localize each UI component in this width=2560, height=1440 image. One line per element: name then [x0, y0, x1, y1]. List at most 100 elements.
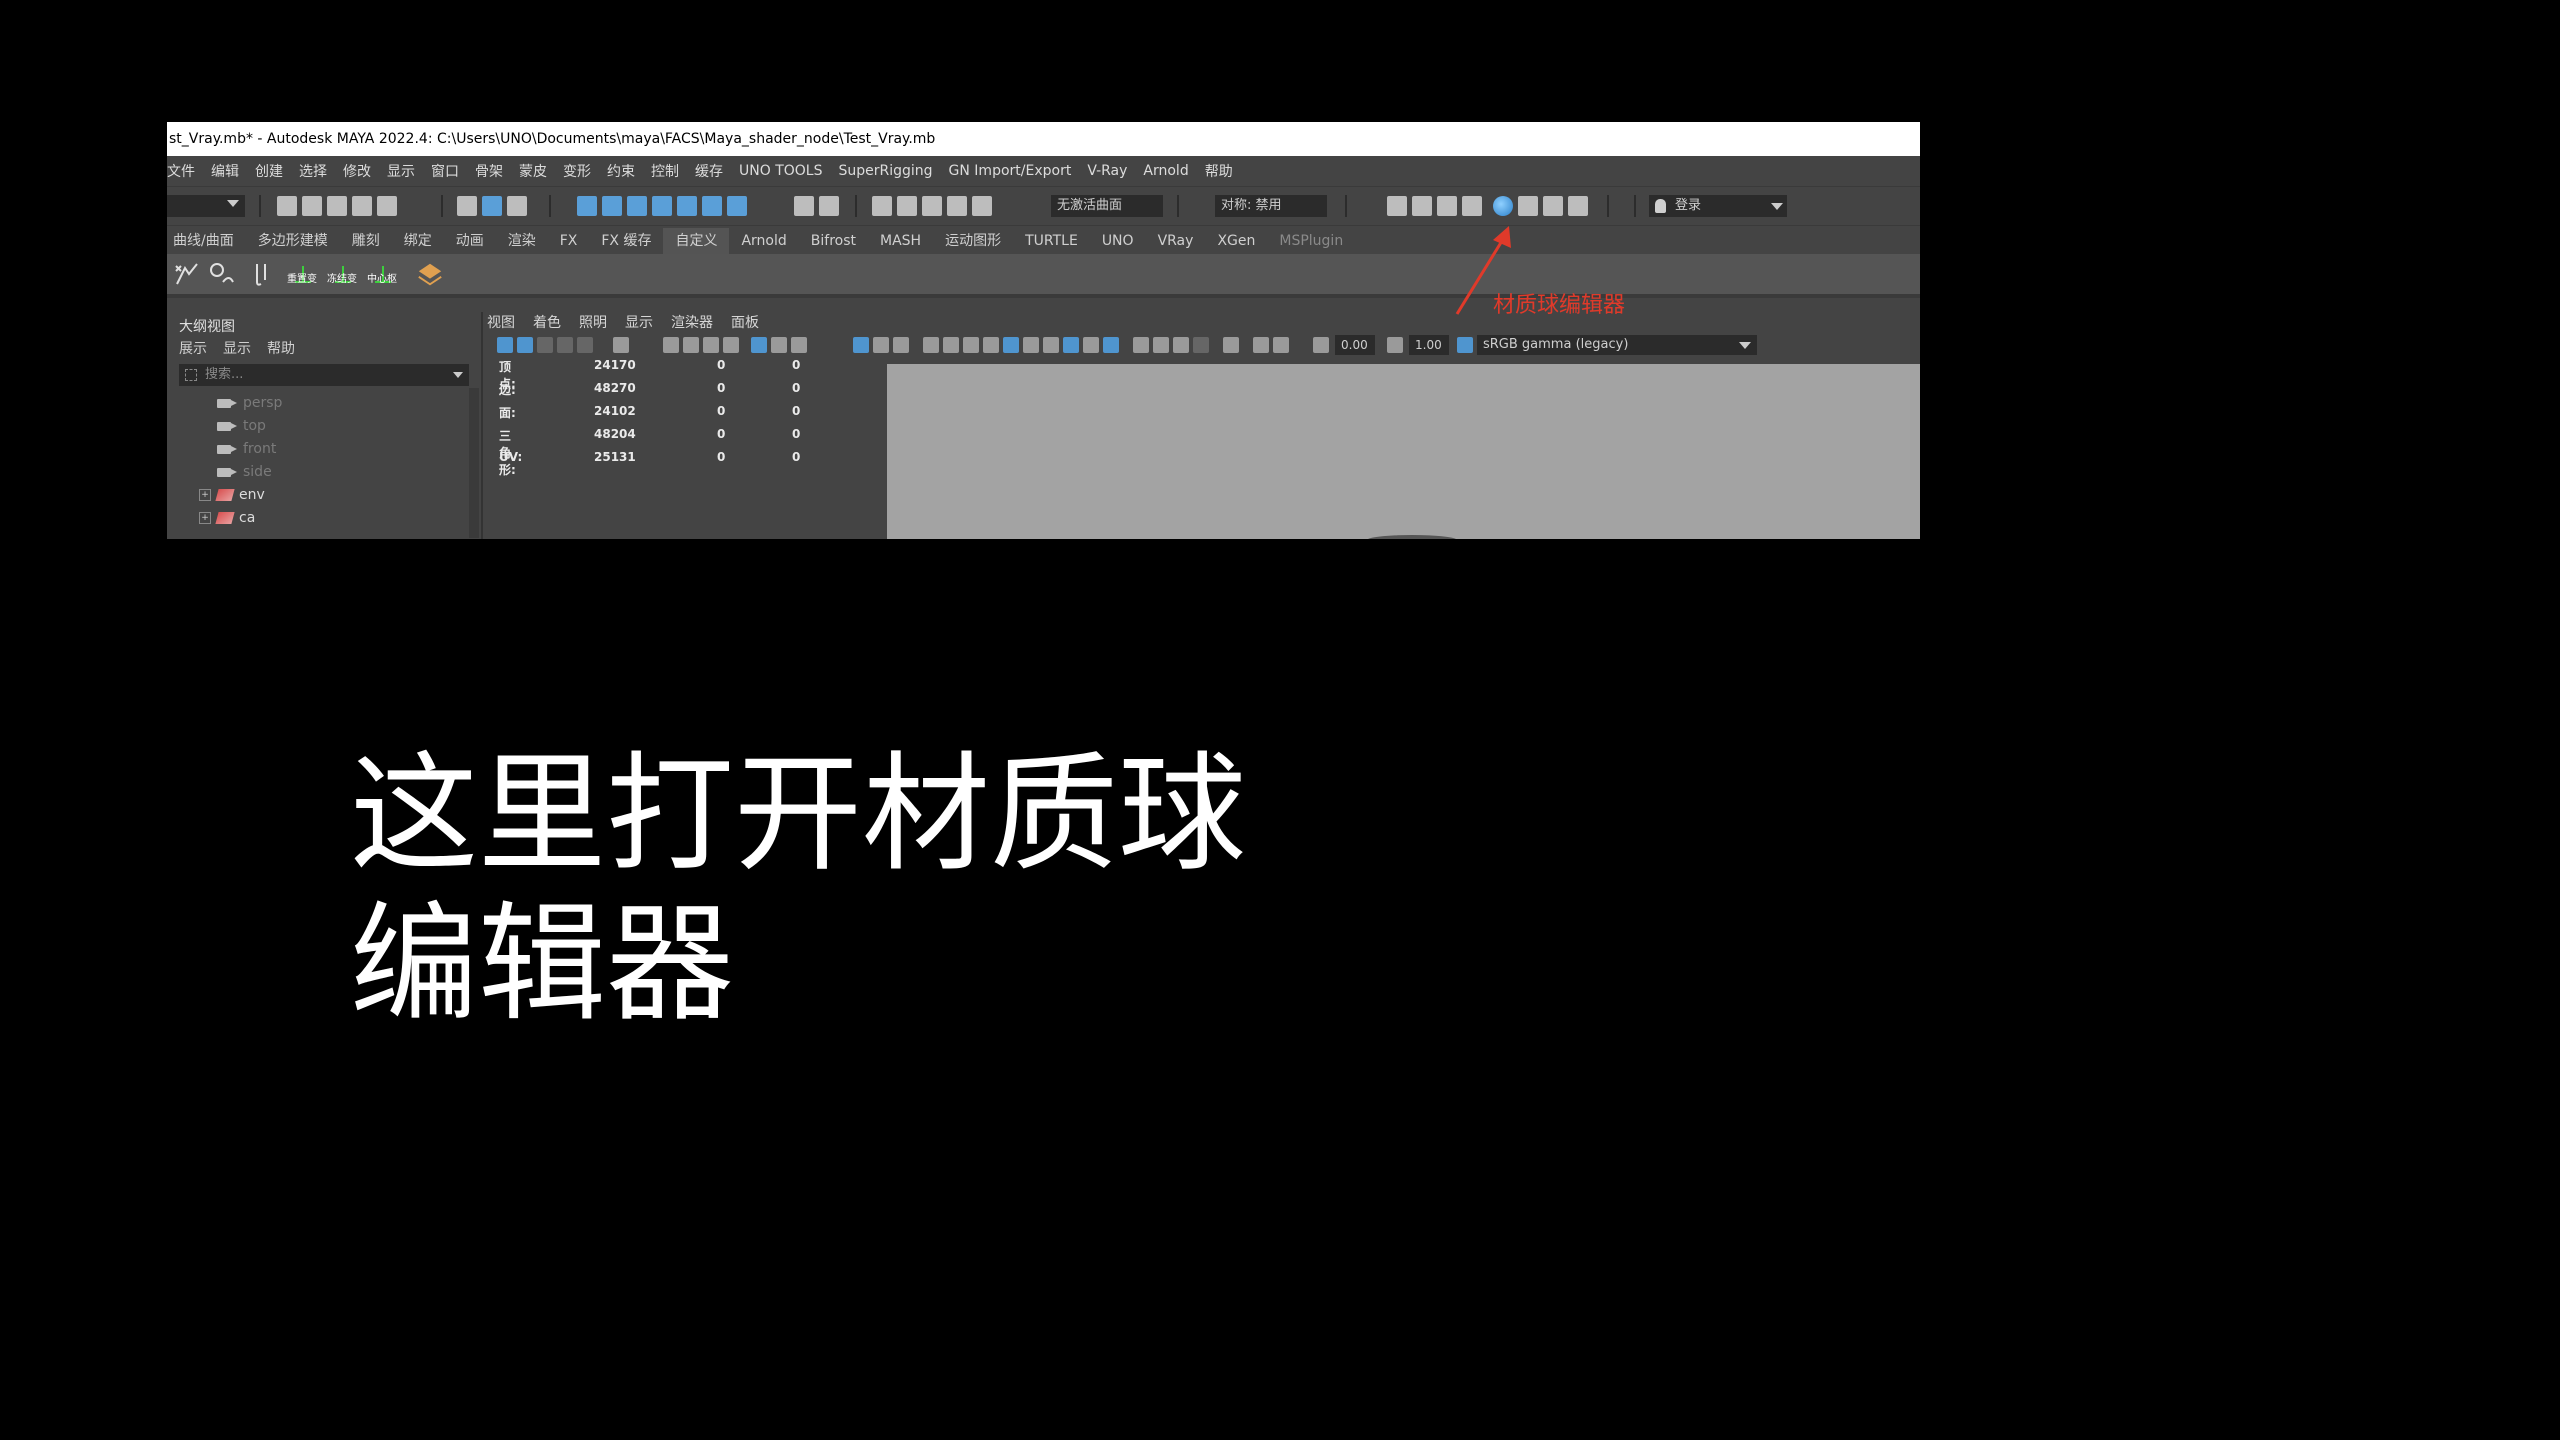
menu-skeleton[interactable]: 骨架 — [467, 161, 511, 181]
pause-icon[interactable] — [1568, 196, 1588, 216]
menu-constrain[interactable]: 约束 — [599, 161, 643, 181]
viewport-menu-shading[interactable]: 着色 — [533, 312, 561, 332]
login-dropdown[interactable]: 登录 — [1649, 195, 1787, 217]
grease-pencil-icon[interactable] — [613, 337, 629, 353]
undo-icon[interactable] — [352, 196, 372, 216]
input-output-icon[interactable] — [819, 196, 839, 216]
two-d-pan-icon[interactable] — [577, 337, 593, 353]
resolution-gate-icon[interactable] — [703, 337, 719, 353]
render-settings-icon[interactable] — [972, 196, 992, 216]
menu-modify[interactable]: 修改 — [335, 161, 379, 181]
viewport-3d[interactable] — [887, 364, 1920, 539]
menu-create[interactable]: 创建 — [247, 161, 291, 181]
shelf-tab-turtle[interactable]: TURTLE — [1013, 228, 1090, 254]
construction-history-icon[interactable] — [872, 196, 892, 216]
menu-edit[interactable]: 编辑 — [203, 161, 247, 181]
outliner-item-env[interactable]: + env — [199, 484, 265, 506]
outliner-item-ca[interactable]: + ca — [199, 507, 255, 529]
smooth-shade-icon[interactable] — [1003, 337, 1019, 353]
outliner-item-front[interactable]: front — [217, 438, 276, 460]
snap-projected-center-icon[interactable] — [652, 196, 672, 216]
fullscreen-icon[interactable] — [1273, 337, 1289, 353]
motion-blur-icon[interactable] — [1153, 337, 1169, 353]
expand-icon[interactable]: + — [199, 512, 211, 524]
menu-cache[interactable]: 缓存 — [687, 161, 731, 181]
camera-attributes-icon[interactable] — [517, 337, 533, 353]
snap-view-plane-icon[interactable] — [677, 196, 697, 216]
outliner-item-persp[interactable]: persp — [217, 392, 282, 414]
save-scene-icon[interactable] — [327, 196, 347, 216]
frame-all-icon[interactable] — [923, 337, 939, 353]
shelf-tab-poly-modeling[interactable]: 多边形建模 — [246, 228, 340, 254]
menu-windows[interactable]: 窗口 — [423, 161, 467, 181]
menu-deform[interactable]: 变形 — [555, 161, 599, 181]
layout-icon[interactable] — [873, 337, 889, 353]
two-pane-icon[interactable] — [853, 337, 869, 353]
outliner-item-side[interactable]: side — [217, 461, 272, 483]
outliner-scrollbar[interactable] — [469, 388, 479, 538]
viewport-menu-panels[interactable]: 面板 — [731, 312, 759, 332]
menu-help[interactable]: 帮助 — [1197, 161, 1241, 181]
grid-icon[interactable] — [663, 337, 679, 353]
menu-uno-tools[interactable]: UNO TOOLS — [731, 163, 830, 179]
shelf-tab-sculpting[interactable]: 雕刻 — [340, 228, 392, 254]
select-component-icon[interactable] — [507, 196, 527, 216]
shelf-tab-xgen[interactable]: XGen — [1205, 228, 1267, 254]
outliner-search-input[interactable]: 搜索... — [179, 364, 469, 386]
film-gate-icon[interactable] — [683, 337, 699, 353]
shelf-tab-mash[interactable]: MASH — [868, 228, 933, 254]
ambient-occlusion-icon[interactable] — [1133, 337, 1149, 353]
isolate-select-icon[interactable] — [723, 337, 739, 353]
antialiasing-icon[interactable] — [1173, 337, 1189, 353]
outliner-menu-show[interactable]: 展示 — [179, 338, 207, 358]
chevron-down-icon[interactable] — [227, 200, 239, 207]
snap-grid-icon[interactable] — [577, 196, 597, 216]
select-hierarchy-icon[interactable] — [457, 196, 477, 216]
wireframe-icon[interactable] — [791, 337, 807, 353]
new-scene-icon[interactable] — [277, 196, 297, 216]
viewport-menu-lighting[interactable]: 照明 — [579, 312, 607, 332]
xray-icon[interactable] — [751, 337, 767, 353]
viewport-menu-view[interactable]: 视图 — [487, 312, 515, 332]
exposure-field[interactable]: 0.00 — [1335, 335, 1375, 355]
wireframe-on-shaded-icon[interactable] — [1063, 337, 1079, 353]
pixel-icon[interactable] — [1253, 337, 1269, 353]
select-object-icon[interactable] — [482, 196, 502, 216]
shelf-tab-bifrost[interactable]: Bifrost — [799, 228, 868, 254]
lights-icon[interactable] — [1083, 337, 1099, 353]
bookmark-icon[interactable] — [537, 337, 553, 353]
joint-xray-icon[interactable] — [771, 337, 787, 353]
gamma-icon[interactable] — [1387, 337, 1403, 353]
image-plane-icon[interactable] — [557, 337, 573, 353]
snap-point-icon[interactable] — [627, 196, 647, 216]
menu-control[interactable]: 控制 — [643, 161, 687, 181]
redo-icon[interactable] — [377, 196, 397, 216]
outliner-menu-display[interactable]: 显示 — [223, 338, 251, 358]
expand-icon[interactable]: + — [199, 489, 211, 501]
menu-gn-import-export[interactable]: GN Import/Export — [941, 163, 1080, 179]
shadows-icon[interactable] — [1103, 337, 1119, 353]
menu-skin[interactable]: 蒙皮 — [511, 161, 555, 181]
render-setup-icon[interactable] — [1518, 196, 1538, 216]
lighting-icon[interactable] — [1543, 196, 1563, 216]
texture-icon[interactable] — [1043, 337, 1059, 353]
hud-icon[interactable] — [1223, 337, 1239, 353]
lock-icon[interactable] — [794, 196, 814, 216]
snapshot-icon[interactable] — [1462, 196, 1482, 216]
color-space-dropdown[interactable]: sRGB gamma (legacy) — [1477, 335, 1757, 355]
gamma-field[interactable]: 1.00 — [1409, 335, 1449, 355]
color-management-icon[interactable] — [1457, 337, 1473, 353]
render-frame-icon[interactable] — [1387, 196, 1407, 216]
shelf-tab-rendering[interactable]: 渲染 — [496, 228, 548, 254]
default-material-icon[interactable] — [1023, 337, 1039, 353]
viewport-option-icon[interactable] — [893, 337, 909, 353]
make-live-icon[interactable] — [727, 196, 747, 216]
shelf-tool-icon-3[interactable] — [251, 260, 275, 288]
symmetry-field[interactable]: 对称: 禁用 — [1215, 195, 1327, 217]
open-scene-icon[interactable] — [302, 196, 322, 216]
menu-superrigging[interactable]: SuperRigging — [830, 163, 940, 179]
shelf-tab-motion-graphics[interactable]: 运动图形 — [933, 228, 1013, 254]
snap-live-icon[interactable] — [702, 196, 722, 216]
menu-display[interactable]: 显示 — [379, 161, 423, 181]
render-region-icon[interactable] — [1437, 196, 1457, 216]
